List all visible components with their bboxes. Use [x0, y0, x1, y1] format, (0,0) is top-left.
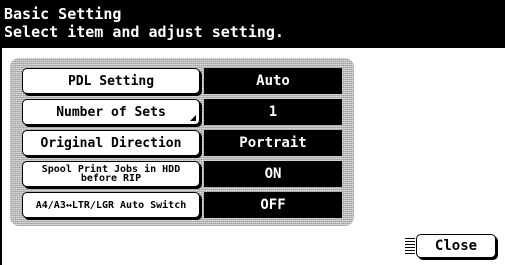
setting-row-original-direction: Original Direction Portrait [22, 130, 342, 156]
close-button-hatch-decoration [405, 236, 415, 254]
paper-auto-switch-button[interactable]: A4/A3↔LTR/LGR Auto Switch [22, 192, 200, 218]
number-of-sets-label: Number of Sets [56, 104, 166, 120]
screen-left-border [0, 48, 2, 265]
paper-auto-switch-value: OFF [204, 192, 342, 218]
page-instruction: Select item and adjust setting. [4, 23, 284, 41]
setting-row-number-of-sets: Number of Sets 1 [22, 99, 342, 125]
pdl-setting-value: Auto [204, 68, 342, 94]
spool-print-jobs-button[interactable]: Spool Print Jobs in HDD before RIP [22, 161, 200, 187]
number-of-sets-button[interactable]: Number of Sets [22, 99, 200, 125]
keypad-indicator-icon [190, 115, 196, 121]
basic-setting-screen: Basic Setting Select item and adjust set… [0, 0, 505, 265]
number-of-sets-value: 1 [204, 99, 342, 125]
pdl-setting-button[interactable]: PDL Setting [22, 68, 200, 94]
close-button[interactable]: Close [416, 234, 496, 258]
header-bar: Basic Setting Select item and adjust set… [0, 0, 505, 48]
setting-row-auto-switch: A4/A3↔LTR/LGR Auto Switch OFF [22, 192, 342, 218]
setting-row-spool-print-jobs: Spool Print Jobs in HDD before RIP ON [22, 161, 342, 187]
page-title: Basic Setting [4, 5, 122, 23]
original-direction-value: Portrait [204, 130, 342, 156]
settings-panel: PDL Setting Auto Number of Sets 1 Origin… [10, 58, 354, 226]
spool-print-jobs-value: ON [204, 161, 342, 187]
original-direction-button[interactable]: Original Direction [22, 130, 200, 156]
setting-row-pdl: PDL Setting Auto [22, 68, 342, 94]
